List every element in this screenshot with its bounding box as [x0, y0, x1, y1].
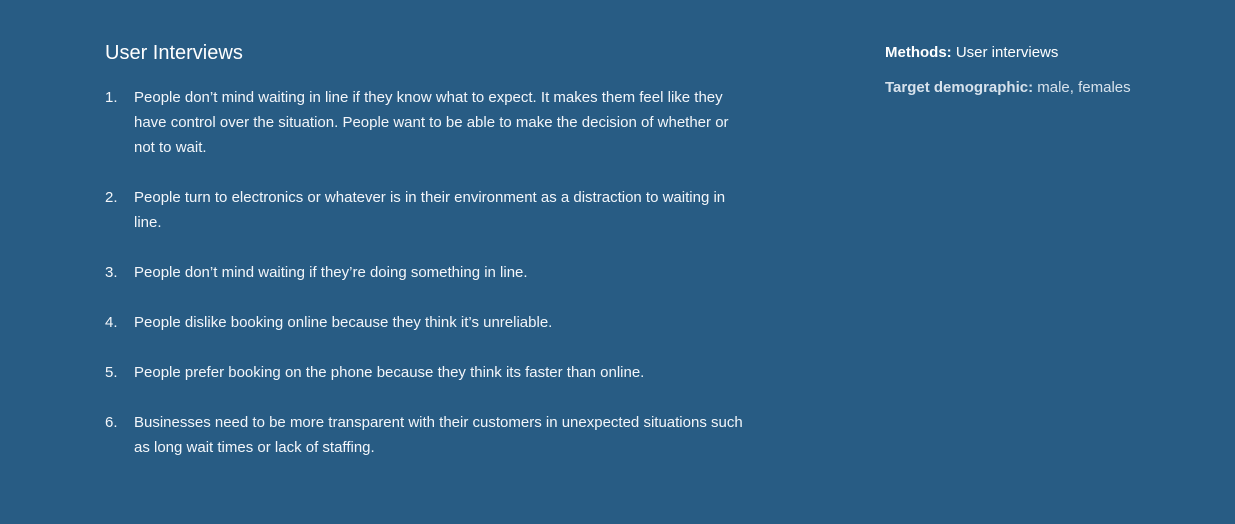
item-text: Businesses need to be more transparent w… [134, 414, 743, 456]
interviews-section: User Interviews 1. People don’t mind wai… [105, 40, 745, 485]
item-text: People don’t mind waiting if they’re doi… [134, 264, 528, 281]
list-item: 6. Businesses need to be more transparen… [105, 410, 745, 460]
list-item: 4. People dislike booking online because… [105, 310, 745, 335]
methods-value: User interviews [955, 44, 1059, 61]
list-item: 2. People turn to electronics or whateve… [105, 185, 745, 235]
methods-row: Methods: User interviews [885, 43, 1215, 63]
list-item: 1. People don’t mind waiting in line if … [105, 85, 745, 160]
list-item: 3. People don’t mind waiting if they’re … [105, 260, 745, 285]
item-text: People don’t mind waiting in line if the… [134, 89, 729, 156]
demographic-row: Target demographic: male, females [885, 78, 1215, 98]
item-text: People turn to electronics or whatever i… [134, 189, 726, 231]
findings-list: 1. People don’t mind waiting in line if … [105, 85, 745, 460]
item-number: 2. [105, 189, 118, 206]
item-text: People dislike booking online because th… [134, 314, 553, 331]
item-number: 1. [105, 89, 118, 106]
item-number: 5. [105, 364, 118, 381]
item-text: People prefer booking on the phone becau… [134, 364, 645, 381]
item-number: 6. [105, 414, 118, 431]
methods-label: Methods: [885, 44, 952, 61]
research-meta: Methods: User interviews Target demograp… [885, 43, 1215, 113]
section-title: User Interviews [105, 42, 243, 64]
item-number: 4. [105, 314, 118, 331]
demographic-value: male, females [1037, 79, 1131, 96]
demographic-label: Target demographic: [885, 79, 1034, 96]
list-item: 5. People prefer booking on the phone be… [105, 360, 745, 385]
item-number: 3. [105, 264, 118, 281]
